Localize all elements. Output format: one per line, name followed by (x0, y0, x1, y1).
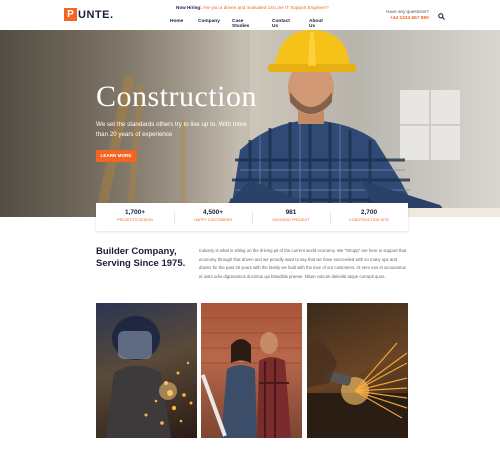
hero-banner: Construction We set the standards others… (0, 30, 500, 217)
stats-bar: 1,700+ PROJECTS DESIGN 4,500+ HAPPY CUST… (96, 203, 408, 231)
stat-label: PROJECTS DESIGN (117, 218, 153, 222)
nav-contact-us[interactable]: Contact Us (272, 19, 290, 29)
stat-value: 981 (285, 209, 297, 216)
nav-about-us[interactable]: About Us (309, 19, 323, 29)
stat-label: CONSTRUCTION SITE (348, 218, 390, 222)
stat-label: ONGOING PROJECT (272, 218, 310, 222)
stat-item: 4,500+ HAPPY CUSTOMERS (174, 209, 252, 222)
about-heading-line2: Serving Since 1975. (96, 258, 186, 269)
hiring-notice: Now Hiring: Are you a driven and motivat… (176, 5, 329, 10)
about-heading: Builder Company, Serving Since 1975. (96, 246, 185, 270)
page: P UNTE. Now Hiring: Are you a driven and… (0, 0, 500, 450)
learn-more-button[interactable]: LEARN MORE (96, 150, 136, 162)
stat-label: HAPPY CUSTOMERS (193, 218, 233, 222)
welder-illustration (106, 316, 193, 438)
grinder-illustration (307, 340, 408, 438)
nav-home[interactable]: Home (170, 19, 183, 24)
about-heading-line1: Builder Company, (96, 246, 177, 257)
stat-value: 4,500+ (202, 209, 224, 216)
logo[interactable]: P UNTE. (64, 8, 114, 21)
stat-value: 1,700+ (124, 209, 146, 216)
hero-title: Construction (96, 80, 257, 113)
site-header: P UNTE. Now Hiring: Are you a driven and… (0, 0, 500, 30)
team-illustration (201, 317, 302, 438)
search-icon[interactable] (438, 13, 445, 20)
hero-subtitle: We set the standards others try to live … (96, 121, 247, 138)
questions-label: Have any questions? (386, 9, 429, 14)
nav-company[interactable]: Company (198, 19, 220, 24)
logo-text: UNTE. (78, 8, 114, 21)
about-paragraph: Industry is what is sitting on the drivi… (199, 248, 407, 279)
hiring-link[interactable]: Are you a driven and motivated 1st Line … (203, 5, 329, 10)
gallery-image-welder[interactable] (96, 303, 197, 438)
stat-value: 2,700 (360, 209, 378, 216)
stat-item: 2,700 CONSTRUCTION SITE (330, 209, 408, 222)
hiring-label: Now Hiring: (176, 5, 202, 10)
stat-item: 981 ONGOING PROJECT (252, 209, 330, 222)
gallery-image-grinder[interactable] (307, 303, 408, 438)
phone-number[interactable]: +44 1234 567 890 (390, 16, 429, 21)
gallery-image-team[interactable] (201, 303, 302, 438)
logo-badge: P (64, 8, 77, 21)
nav-case-studies[interactable]: Case Studies (232, 19, 249, 29)
stat-item: 1,700+ PROJECTS DESIGN (96, 209, 174, 222)
